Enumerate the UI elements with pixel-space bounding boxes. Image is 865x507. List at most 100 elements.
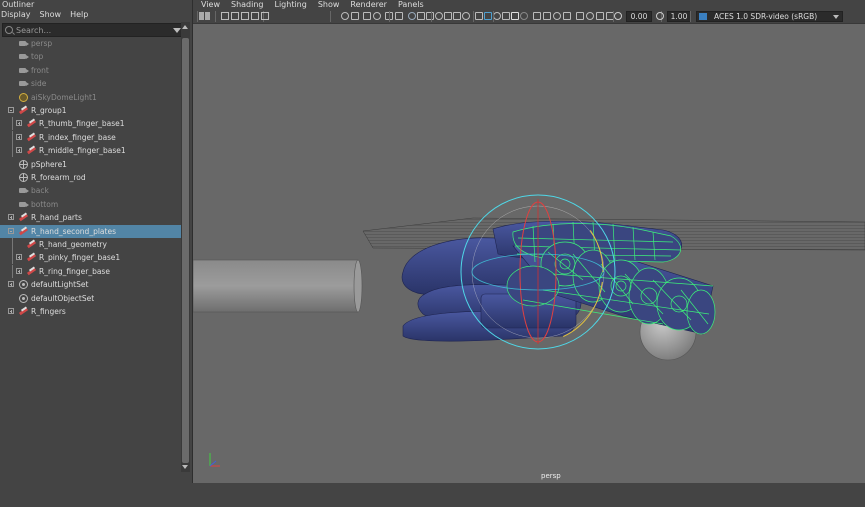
outliner-item-r-index-finger-base[interactable]: R_index_finger_base (0, 130, 181, 144)
outliner-tree: persp top front side aiSkyDomeLight1 R_group1… (0, 37, 181, 467)
scrollbar-thumb[interactable] (182, 38, 189, 463)
outliner-item-r-group1[interactable]: R_group1 (0, 104, 181, 117)
gamma-icon[interactable] (656, 12, 664, 20)
screen-space-ao-icon[interactable] (533, 12, 541, 20)
smooth-shade-icon[interactable] (484, 12, 492, 20)
menu-panels[interactable]: Panels (398, 0, 424, 9)
safe-action-icon[interactable] (453, 12, 461, 20)
outliner-item-label: side (31, 79, 47, 89)
search-options-dropdown-icon[interactable] (173, 28, 181, 33)
outliner-item-defaultobjectset[interactable]: defaultObjectSet (0, 292, 181, 305)
menu-show[interactable]: Show (318, 0, 340, 9)
outliner-item-top[interactable]: top (0, 50, 181, 63)
textured-icon[interactable] (502, 12, 510, 20)
scroll-up-arrow-icon[interactable] (182, 25, 188, 29)
outliner-item-back[interactable]: back (0, 184, 181, 197)
gamma-field[interactable]: 1.00 (667, 11, 691, 22)
camera-lock-icon[interactable] (231, 12, 239, 20)
bookmark-icon[interactable] (363, 12, 371, 20)
expand-icon[interactable] (16, 120, 22, 127)
menu-view[interactable]: View (201, 0, 220, 9)
menu-lighting[interactable]: Lighting (274, 0, 306, 9)
expand-icon[interactable] (8, 308, 14, 314)
outliner-item-defaultlightset[interactable]: defaultLightSet (0, 278, 181, 291)
color-space-label: ACES 1.0 SDR-video (sRGB) (714, 12, 818, 21)
collapse-icon[interactable] (8, 227, 14, 234)
outliner-item-aiskydomelight1[interactable]: aiSkyDomeLight1 (0, 91, 181, 104)
xray-icon[interactable] (586, 12, 594, 20)
tool-settings-icon[interactable] (205, 12, 210, 20)
expand-icon[interactable] (16, 254, 22, 261)
menu-show[interactable]: Show (40, 9, 62, 21)
outliner-item-r-hand-parts[interactable]: R_hand_parts (0, 211, 181, 224)
menu-shading[interactable]: Shading (231, 0, 264, 9)
viewport-panel[interactable]: View Shading Lighting Show Renderer Pane… (193, 0, 865, 483)
outliner-item-persp[interactable]: persp (0, 37, 181, 50)
image-plane-icon[interactable] (251, 12, 259, 20)
bookmarks-icon[interactable] (241, 12, 249, 20)
outliner-scrollbar[interactable] (181, 22, 190, 472)
outliner-item-side[interactable]: side (0, 77, 181, 90)
tree-line (12, 144, 13, 158)
color-management-icon (699, 13, 707, 20)
outliner-item-label: R_hand_parts (31, 213, 82, 223)
outliner-search-field[interactable]: Search... (2, 23, 185, 37)
expand-icon[interactable] (16, 147, 22, 154)
expand-icon[interactable] (16, 267, 22, 274)
gate-mask-icon[interactable] (435, 12, 443, 20)
scene-render[interactable] (193, 24, 865, 507)
motion-blur-icon[interactable] (543, 12, 551, 20)
menu-renderer[interactable]: Renderer (350, 0, 387, 9)
menu-help[interactable]: Help (70, 9, 88, 21)
film-gate-icon[interactable] (417, 12, 425, 20)
isolate-select-icon[interactable] (576, 12, 584, 20)
default-material-icon[interactable] (493, 12, 501, 20)
safe-title-icon[interactable] (462, 12, 470, 20)
toolbar-separator (197, 11, 198, 22)
exposure-field[interactable]: 0.00 (626, 11, 652, 22)
camera-attributes-icon[interactable] (351, 12, 359, 20)
outliner-item-label: R_index_finger_base (39, 132, 116, 142)
expand-icon[interactable] (8, 281, 14, 288)
grid-icon[interactable] (408, 12, 416, 20)
xray-joints-icon[interactable] (596, 12, 604, 20)
image-plane-icon[interactable] (373, 12, 381, 20)
select-camera-icon[interactable] (341, 12, 349, 20)
forearm-rod[interactable] (193, 259, 363, 313)
expand-icon[interactable] (8, 214, 14, 221)
outliner-item-label: bottom (31, 199, 59, 209)
scroll-down-arrow-icon[interactable] (182, 465, 188, 469)
reference-icon[interactable] (261, 12, 269, 20)
panel-menu-icon[interactable] (199, 12, 204, 20)
grease-pencil-icon[interactable] (395, 12, 403, 20)
outliner-item-r-fingers[interactable]: R_fingers (0, 305, 181, 318)
camera-icon[interactable] (221, 12, 229, 20)
outliner-item-r-middle-finger-base1[interactable]: R_middle_finger_base1 (0, 144, 181, 158)
anti-aliasing-icon[interactable] (553, 12, 561, 20)
shadows-icon[interactable] (520, 12, 528, 20)
outliner-item-r-thumb-finger-base1[interactable]: R_thumb_finger_base1 (0, 117, 181, 131)
field-chart-icon[interactable] (444, 12, 452, 20)
camera-icon (19, 201, 29, 207)
outliner-item-bottom[interactable]: bottom (0, 198, 181, 211)
collapse-icon[interactable] (8, 107, 14, 113)
expand-icon[interactable] (16, 133, 22, 140)
mesh-icon (19, 173, 28, 182)
group-icon (27, 240, 35, 248)
menu-display[interactable]: Display (1, 9, 31, 21)
depth-of-field-icon[interactable] (563, 12, 571, 20)
outliner-item-r-ring-finger-base[interactable]: R_ring_finger_base (0, 264, 181, 278)
outliner-item-front[interactable]: front (0, 64, 181, 77)
color-space-dropdown[interactable]: ACES 1.0 SDR-video (sRGB) (696, 11, 843, 22)
outliner-item-psphere1[interactable]: pSphere1 (0, 158, 181, 171)
use-all-lights-icon[interactable] (511, 12, 519, 20)
wireframe-icon[interactable] (475, 12, 483, 20)
outliner-item-r-forearm-rod[interactable]: R_forearm_rod (0, 171, 181, 184)
exposure-icon[interactable] (614, 12, 622, 20)
outliner-item-r-hand-geometry[interactable]: R_hand_geometry (0, 238, 181, 251)
resolution-gate-icon[interactable] (426, 12, 434, 20)
viewport-toolbar: 0.00 1.00 ACES 1.0 SDR-video (sRGB) (193, 9, 865, 24)
outliner-item-label: R_ring_finger_base (39, 266, 110, 276)
outliner-item-r-pinky-finger-base1[interactable]: R_pinky_finger_base1 (0, 251, 181, 265)
outliner-item-r-hand-second-plates[interactable]: R_hand_second_plates (0, 224, 181, 238)
